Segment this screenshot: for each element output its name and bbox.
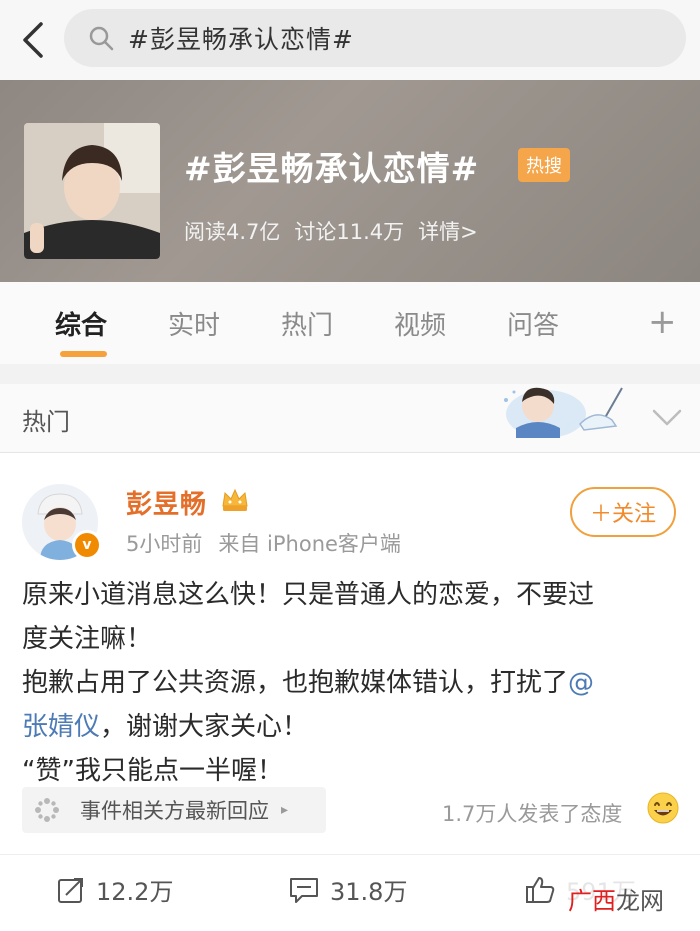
topic-stats: 阅读4.7亿 讨论11.4万 详情> (184, 216, 478, 246)
topic-title: #彭昱畅承认恋情# (184, 149, 480, 188)
mention-at[interactable]: @ (568, 668, 594, 698)
hot-badge: 热搜 (518, 148, 570, 182)
emoji-icon[interactable] (646, 791, 680, 825)
post-line: 原来小道消息这么快！只是普通人的恋爱，不要过 (22, 580, 595, 610)
verified-badge: v (72, 530, 102, 560)
post-time: 5小时前 (126, 532, 203, 556)
discussion-count: 讨论11.4万 (294, 220, 405, 244)
tab-active-indicator (60, 351, 107, 357)
watermark: 广西龙网 (564, 881, 668, 916)
event-label: 事件相关方最新回应 (80, 799, 269, 823)
back-icon (23, 22, 43, 58)
post-line-text: ，谢谢大家关心！ (100, 712, 309, 742)
tab-hot[interactable]: 热门 (281, 305, 333, 342)
watermark-part2: 龙网 (616, 887, 664, 915)
topic-avatar (24, 123, 160, 259)
repost-icon (58, 877, 83, 903)
comment-icon (290, 877, 318, 903)
read-count: 阅读4.7亿 (184, 220, 281, 244)
tab-qa[interactable]: 问答 (507, 305, 559, 342)
post-line: 张婧仪，谢谢大家关心！ (22, 705, 678, 749)
section-title: 热门 (22, 408, 70, 436)
post-body: 原来小道消息这么快！只是普通人的恋爱，不要过 度关注嘛！ 抱歉占用了公共资源，也… (22, 573, 678, 793)
details-link[interactable]: 详情> (418, 216, 478, 246)
post-line: 抱歉占用了公共资源，也抱歉媒体错认，打扰了@ (22, 661, 678, 705)
chevron-right-icon: ▸ (281, 802, 289, 818)
repost-count: 12.2万 (96, 878, 174, 906)
like-icon (526, 876, 555, 903)
verified-mark: v (75, 533, 99, 557)
tab-video[interactable]: 视频 (394, 305, 446, 342)
crown-icon[interactable] (220, 484, 250, 514)
comment-count: 31.8万 (330, 878, 408, 906)
section-illustration (494, 380, 634, 442)
follow-button[interactable]: ＋关注 (570, 487, 676, 537)
event-response-chip[interactable]: 事件相关方最新回应 ▸ (22, 787, 326, 833)
post-source: 来自 iPhone客户端 (218, 532, 401, 556)
tab-realtime[interactable]: 实时 (168, 305, 220, 342)
attitude-count[interactable]: 1.7万人发表了态度 (442, 798, 622, 828)
comment-button[interactable]: 31.8万 (288, 872, 407, 907)
add-tab-button[interactable]: + (648, 302, 677, 342)
post-line-text: 抱歉占用了公共资源，也抱歉媒体错认，打扰了 (22, 668, 569, 698)
back-button[interactable] (10, 14, 54, 66)
post-line: 度关注嘛！ (22, 624, 153, 654)
search-input[interactable]: #彭昱畅承认恋情# (64, 9, 686, 67)
search-query: #彭昱畅承认恋情# (128, 25, 354, 54)
chevron-down-icon[interactable] (648, 398, 686, 436)
repost-button[interactable]: 12.2万 (56, 872, 173, 907)
post-meta: 5小时前 来自 iPhone客户端 (126, 528, 401, 558)
divider (0, 854, 700, 855)
post-author[interactable]: 彭昱畅 (126, 484, 207, 521)
tab-comprehensive[interactable]: 综合 (55, 305, 107, 342)
search-icon (86, 23, 116, 53)
event-icon (35, 798, 59, 822)
mention-link[interactable]: 张婧仪 (22, 712, 100, 742)
watermark-part1: 广西 (568, 887, 616, 915)
